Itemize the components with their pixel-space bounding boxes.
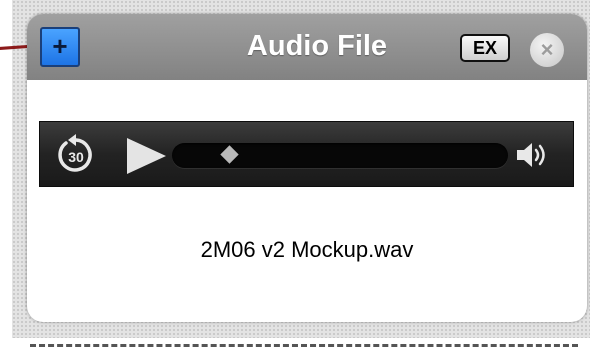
panel-title-bar: + Audio File EX × — [27, 14, 587, 80]
panel-title: Audio File — [246, 30, 388, 62]
audio-player: 30 — [39, 121, 574, 187]
volume-icon — [517, 143, 545, 167]
skip-back-button[interactable]: 30 — [54, 133, 98, 177]
volume-button[interactable] — [515, 141, 555, 169]
dashed-separator — [30, 344, 578, 347]
canvas-left-margin — [0, 0, 12, 354]
add-button[interactable]: + — [40, 27, 80, 67]
file-name: 2M06 v2 Mockup.wav — [200, 237, 414, 262]
plus-icon: + — [52, 31, 68, 61]
skip-back-label: 30 — [68, 149, 84, 165]
close-button[interactable]: × — [530, 33, 564, 67]
play-button[interactable] — [124, 136, 168, 176]
close-icon: × — [540, 37, 554, 62]
audio-file-panel: + Audio File EX × 30 2M06 v2 Mockup.wav — [27, 14, 587, 322]
ex-button[interactable]: EX — [460, 34, 510, 62]
play-icon — [127, 138, 166, 174]
skip-back-30-icon: 30 — [58, 134, 92, 172]
